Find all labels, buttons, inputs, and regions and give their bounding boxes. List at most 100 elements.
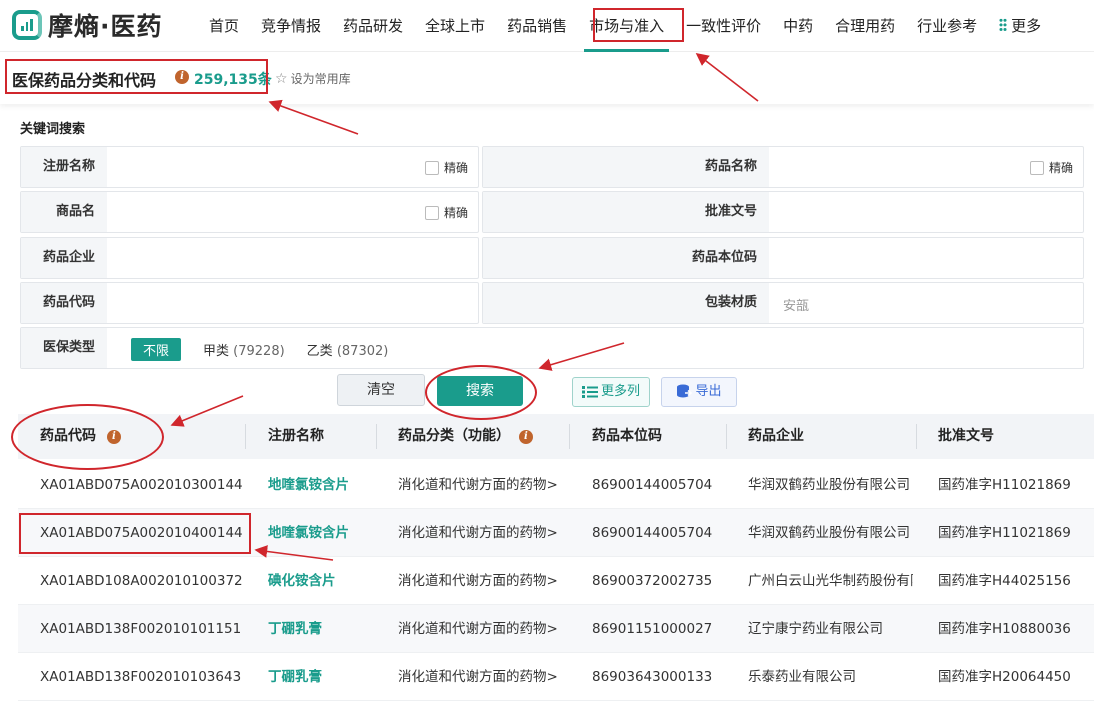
cell-reg-name-link[interactable]: 地喹氯铵含片 <box>268 461 372 509</box>
table-row: XA01ABD108A002010100372 碘化铵含片 消化道和代谢方面的药… <box>18 557 1094 605</box>
keyword-search-label: 关键词搜索 <box>20 122 86 137</box>
company-field[interactable]: 药品企业 <box>20 237 479 279</box>
exact-label: 精确 <box>443 206 468 220</box>
standard-code-field[interactable]: 药品本位码 <box>482 237 1084 279</box>
insurance-option-class-a[interactable]: 甲类 (79228) <box>203 340 285 359</box>
packaging-placeholder: 安瓿 <box>783 299 810 314</box>
cell-approval: 国药准字H11021869 <box>938 477 1071 493</box>
packaging-label: 包装材质 <box>483 283 769 323</box>
cell-reg-name-link[interactable]: 丁硼乳膏 <box>268 653 372 701</box>
logo[interactable]: 摩熵·医药 <box>12 7 163 43</box>
column-header-category[interactable]: 药品分类（功能） i <box>398 414 533 459</box>
nav-item-drug-rd[interactable]: 药品研发 <box>332 0 414 52</box>
set-favorite-button[interactable]: ☆ 设为常用库 <box>275 70 351 87</box>
star-icon: ☆ <box>275 70 288 87</box>
checkbox-icon[interactable] <box>424 205 439 220</box>
cell-category: 消化道和代谢方面的药物> <box>398 573 558 589</box>
standard-code-label: 药品本位码 <box>483 238 769 278</box>
nav-item-drug-sales[interactable]: 药品销售 <box>496 0 578 52</box>
exact-label: 精确 <box>443 161 468 175</box>
checkbox-icon[interactable] <box>424 160 439 175</box>
search-button[interactable]: 搜索 <box>437 376 523 406</box>
nav-item-market-access[interactable]: 市场与准入 <box>578 0 675 52</box>
cell-reg-name-link[interactable]: 地喹氯铵含片 <box>268 509 372 557</box>
main-nav: 首页 竞争情报 药品研发 全球上市 药品销售 市场与准入 一致性评价 中药 合理… <box>198 0 1052 52</box>
database-export-icon <box>677 384 693 398</box>
cell-company: 广州白云山光华制药股份有限公司 <box>748 573 913 589</box>
table-row: XA01ABD138F002010101151 丁硼乳膏 消化道和代谢方面的药物… <box>18 605 1094 653</box>
export-label: 导出 <box>695 384 722 399</box>
nav-item-tcm[interactable]: 中药 <box>772 0 824 52</box>
cell-company: 华润双鹤药业股份有限公司 <box>748 477 910 493</box>
cell-standard-code: 86901151000027 <box>592 621 713 637</box>
approval-no-label: 批准文号 <box>483 192 769 232</box>
column-header-company[interactable]: 药品企业 <box>748 414 804 459</box>
column-divider <box>569 424 570 449</box>
cell-code: XA01ABD108A002010100372 <box>40 573 243 589</box>
arrow-to-title <box>268 99 359 135</box>
class-a-count: (79228) <box>233 344 285 359</box>
column-divider <box>916 424 917 449</box>
packaging-field[interactable]: 包装材质 安瓿 <box>482 282 1084 324</box>
cell-standard-code: 86900372002735 <box>592 573 713 589</box>
logo-icon <box>12 10 42 40</box>
cell-reg-name-link[interactable]: 碘化铵含片 <box>268 557 372 605</box>
company-label: 药品企业 <box>21 238 107 278</box>
cell-category: 消化道和代谢方面的药物> <box>398 477 558 493</box>
column-divider <box>376 424 377 449</box>
class-b-label: 乙类 <box>306 344 333 359</box>
column-header-standard-code[interactable]: 药品本位码 <box>592 414 662 459</box>
export-button[interactable]: 导出 <box>661 377 737 407</box>
insurance-option-class-b[interactable]: 乙类 (87302) <box>307 340 389 359</box>
reg-name-field[interactable]: 注册名称 精确 <box>20 146 479 188</box>
column-divider <box>245 424 246 449</box>
cell-company: 乐泰药业有限公司 <box>748 669 856 685</box>
cell-approval: 国药准字H20064450 <box>938 669 1071 685</box>
drug-name-exact-toggle[interactable]: 精确 <box>1029 159 1073 176</box>
list-icon <box>581 385 598 398</box>
info-icon[interactable]: i <box>175 70 189 84</box>
cell-approval: 国药准字H44025156 <box>938 573 1071 589</box>
table-header: 药品代码 i 注册名称 药品分类（功能） i 药品本位码 药品企业 批准文号 <box>18 414 1094 459</box>
nav-item-rational-use[interactable]: 合理用药 <box>824 0 906 52</box>
page-title: 医保药品分类和代码 <box>12 71 157 90</box>
nav-item-global-launch[interactable]: 全球上市 <box>414 0 496 52</box>
cell-code: XA01ABD138F002010103643 <box>40 669 242 685</box>
cell-standard-code: 86900144005704 <box>592 525 713 541</box>
info-icon[interactable]: i <box>518 430 533 444</box>
cell-reg-name-link[interactable]: 丁硼乳膏 <box>268 605 372 653</box>
checkbox-icon[interactable] <box>1029 160 1044 175</box>
title-bar: 医保药品分类和代码 <box>0 52 1094 104</box>
column-header-approval[interactable]: 批准文号 <box>938 414 994 459</box>
approval-no-field[interactable]: 批准文号 <box>482 191 1084 233</box>
record-count: 259,135条 <box>194 72 272 88</box>
cell-standard-code: 86900144005704 <box>592 477 713 493</box>
nav-item-more[interactable]: 更多 <box>988 0 1052 52</box>
column-divider <box>726 424 727 449</box>
more-columns-label: 更多列 <box>600 384 640 399</box>
more-columns-button[interactable]: 更多列 <box>572 377 650 407</box>
nav-item-industry-ref[interactable]: 行业参考 <box>906 0 988 52</box>
column-header-code[interactable]: 药品代码 i <box>40 414 121 459</box>
top-navbar: 摩熵·医药 首页 竞争情报 药品研发 全球上市 药品销售 市场与准入 一致性评价… <box>0 0 1094 52</box>
insurance-option-unlimited[interactable]: 不限 <box>131 338 182 361</box>
insurance-type-filter: 医保类型 不限 甲类 (79228) 乙类 (87302) <box>20 327 1084 369</box>
trade-name-field[interactable]: 商品名 精确 <box>20 191 479 233</box>
column-header-code-label: 药品代码 <box>40 428 96 444</box>
cell-category: 消化道和代谢方面的药物> <box>398 669 558 685</box>
nav-item-consistency-eval[interactable]: 一致性评价 <box>675 0 772 52</box>
reg-name-exact-toggle[interactable]: 精确 <box>424 159 468 176</box>
nav-item-home[interactable]: 首页 <box>198 0 250 52</box>
column-header-category-label: 药品分类（功能） <box>398 428 510 444</box>
column-header-reg-name[interactable]: 注册名称 <box>268 414 324 459</box>
info-icon[interactable]: i <box>106 430 121 444</box>
cell-code: XA01ABD075A002010300144 <box>40 477 243 493</box>
drug-code-field[interactable]: 药品代码 <box>20 282 479 324</box>
class-a-label: 甲类 <box>203 344 230 359</box>
nav-item-competitive-intel[interactable]: 竞争情报 <box>250 0 332 52</box>
nav-more-label: 更多 <box>1011 17 1042 35</box>
trade-name-exact-toggle[interactable]: 精确 <box>424 204 468 221</box>
cell-code: XA01ABD138F002010101151 <box>40 621 242 637</box>
clear-button[interactable]: 清空 <box>337 374 425 406</box>
drug-name-field[interactable]: 药品名称 精确 <box>482 146 1084 188</box>
